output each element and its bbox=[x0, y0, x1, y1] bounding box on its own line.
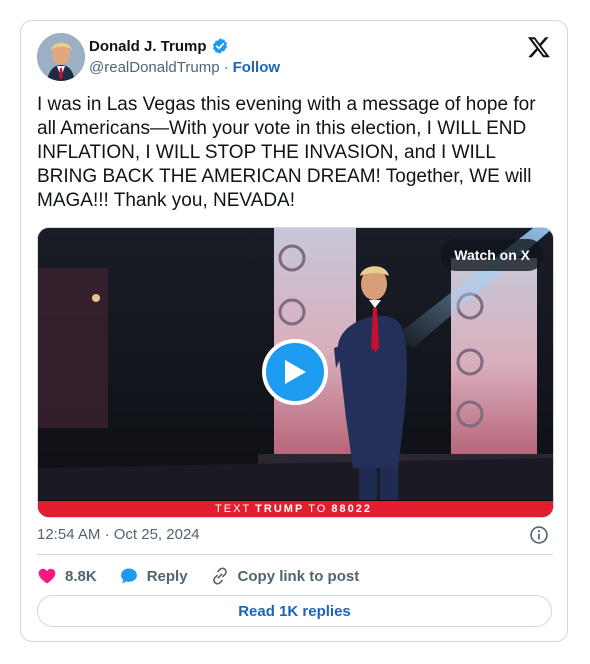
follow-button[interactable]: Follow bbox=[233, 59, 281, 76]
heart-icon bbox=[38, 568, 56, 584]
tweet-card[interactable]: Donald J. Trump @realDonaldTrump · Follo… bbox=[20, 20, 568, 642]
banner-text: TEXT bbox=[215, 503, 252, 515]
action-bar: 8.8K Reply Copy link to post bbox=[37, 564, 381, 588]
banner-number: 88022 bbox=[331, 503, 372, 515]
banner-to: TO bbox=[308, 503, 328, 515]
like-button[interactable]: 8.8K bbox=[37, 566, 97, 586]
time-separator: · bbox=[104, 526, 110, 543]
reply-button[interactable]: Reply bbox=[119, 566, 188, 586]
author-name[interactable]: Donald J. Trump bbox=[89, 38, 207, 55]
avatar[interactable] bbox=[37, 33, 85, 81]
info-icon[interactable] bbox=[529, 525, 549, 545]
link-icon bbox=[212, 567, 227, 585]
date[interactable]: Oct 25, 2024 bbox=[114, 526, 200, 543]
handle-separator: · bbox=[223, 59, 229, 76]
divider bbox=[37, 554, 553, 555]
verified-badge-icon bbox=[212, 38, 227, 54]
play-button[interactable] bbox=[262, 339, 328, 405]
reply-bubble-icon bbox=[120, 568, 137, 584]
time[interactable]: 12:54 AM bbox=[37, 526, 100, 543]
read-replies-button[interactable]: Read 1K replies bbox=[37, 595, 552, 627]
like-count: 8.8K bbox=[65, 567, 97, 585]
x-logo-icon[interactable] bbox=[527, 35, 551, 59]
tweet-text: I was in Las Vegas this evening with a m… bbox=[37, 94, 541, 211]
video-banner: TEXT TRUMP TO 88022 bbox=[38, 501, 553, 517]
copy-link-button[interactable]: Copy link to post bbox=[210, 566, 360, 586]
banner-keyword: TRUMP bbox=[255, 503, 305, 515]
copy-link-label: Copy link to post bbox=[237, 567, 360, 585]
reply-label: Reply bbox=[146, 567, 188, 585]
author-handle[interactable]: @realDonaldTrump bbox=[89, 59, 220, 76]
watch-on-x-button[interactable]: Watch on X bbox=[440, 239, 544, 271]
video-player[interactable]: Watch on X TEXT TRUMP TO 88022 bbox=[37, 227, 554, 518]
play-icon bbox=[285, 360, 306, 384]
timestamp[interactable]: 12:54 AM · Oct 25, 2024 bbox=[37, 526, 200, 543]
